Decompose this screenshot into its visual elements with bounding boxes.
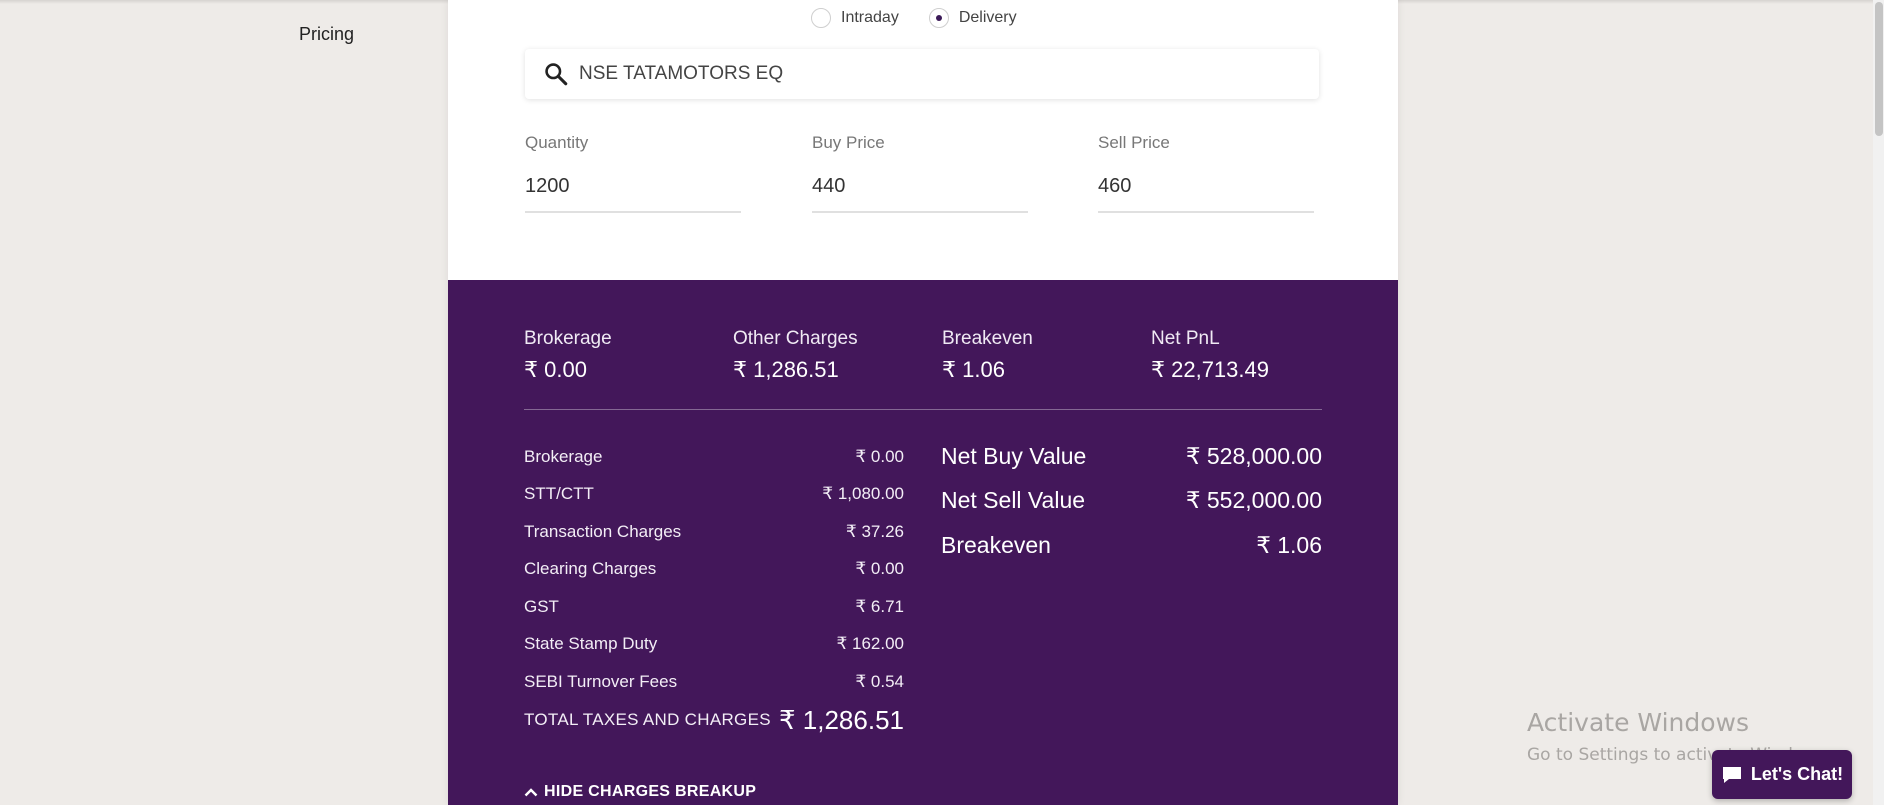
breakup-row-sebi-fees: SEBI Turnover Fees ₹ 0.54 — [524, 663, 904, 701]
lets-chat-label: Let's Chat! — [1750, 764, 1844, 784]
summary-label: Brokerage — [524, 328, 612, 349]
quantity-field: Quantity — [525, 133, 741, 213]
summary-net-pnl: Net PnL ₹ 22,713.49 — [1151, 328, 1322, 383]
radio-label-intraday: Intraday — [841, 9, 899, 26]
breakup-label: STT/CTT — [524, 484, 594, 504]
results-panel: Brokerage ₹ 0.00 Other Charges ₹ 1,286.5… — [448, 280, 1398, 805]
summary-label: Breakeven — [942, 328, 1033, 349]
breakup-row-transaction-charges: Transaction Charges ₹ 37.26 — [524, 513, 904, 551]
breakup-value: ₹ 0.00 — [855, 446, 904, 466]
quantity-input[interactable] — [525, 175, 741, 213]
hide-charges-breakup-label: HIDE CHARGES BREAKUP — [544, 783, 757, 800]
summary-label: Other Charges — [733, 328, 858, 349]
breakup-row-gst: GST ₹ 6.71 — [524, 588, 904, 626]
breakup-label: GST — [524, 596, 559, 616]
net-row-breakeven: Breakeven ₹ 1.06 — [941, 523, 1322, 568]
summary-value: ₹ 22,713.49 — [1151, 357, 1269, 382]
buy-price-field: Buy Price — [812, 133, 1028, 213]
radio-option-intraday[interactable]: Intraday — [811, 8, 899, 28]
breakup-value: ₹ 162.00 — [836, 634, 904, 654]
breakup-label: SEBI Turnover Fees — [524, 671, 678, 691]
net-label: Breakeven — [941, 531, 1051, 558]
page-scrollbar[interactable] — [1873, 0, 1884, 805]
sell-price-input[interactable] — [1098, 175, 1314, 213]
breakup-label: Clearing Charges — [524, 559, 657, 579]
charges-breakup-list: Brokerage ₹ 0.00 STT/CTT ₹ 1,080.00 Tran… — [524, 438, 904, 736]
breakup-row-stt: STT/CTT ₹ 1,080.00 — [524, 476, 904, 514]
divider — [524, 409, 1322, 410]
lets-chat-button[interactable]: Let's Chat! — [1712, 750, 1852, 799]
breakup-value: ₹ 0.54 — [855, 671, 904, 691]
breakup-row-stamp-duty: State Stamp Duty ₹ 162.00 — [524, 626, 904, 664]
summary-value: ₹ 0.00 — [524, 357, 587, 382]
breakup-row-clearing-charges: Clearing Charges ₹ 0.00 — [524, 551, 904, 589]
buy-price-label: Buy Price — [812, 133, 885, 152]
breakup-value: ₹ 0.00 — [855, 559, 904, 579]
total-charges-value: ₹ 1,286.51 — [779, 704, 904, 735]
breakup-value: ₹ 6.71 — [855, 596, 904, 616]
scrollbar-thumb[interactable] — [1875, 2, 1883, 136]
net-row-buy-value: Net Buy Value ₹ 528,000.00 — [941, 434, 1322, 479]
summary-other-charges: Other Charges ₹ 1,286.51 — [733, 328, 942, 383]
sell-price-label: Sell Price — [1098, 133, 1170, 152]
chat-bubble-icon — [1722, 766, 1741, 783]
sell-price-field: Sell Price — [1098, 133, 1314, 213]
instrument-search-input[interactable] — [579, 63, 1279, 85]
calculator-inputs-section: Intraday Delivery Quantity Buy Price Sel… — [448, 0, 1398, 280]
net-value: ₹ 528,000.00 — [1185, 442, 1322, 469]
summary-value: ₹ 1.06 — [942, 357, 1005, 382]
total-charges-label: TOTAL TAXES AND CHARGES — [524, 710, 771, 729]
net-value: ₹ 1.06 — [1256, 531, 1322, 558]
breakup-value: ₹ 37.26 — [845, 521, 904, 541]
net-values-list: Net Buy Value ₹ 528,000.00 Net Sell Valu… — [941, 434, 1322, 568]
search-icon — [545, 63, 568, 86]
breakup-row-brokerage: Brokerage ₹ 0.00 — [524, 438, 904, 476]
summary-row: Brokerage ₹ 0.00 Other Charges ₹ 1,286.5… — [524, 328, 1322, 383]
instrument-search-box[interactable] — [525, 49, 1319, 99]
buy-price-input[interactable] — [812, 175, 1028, 213]
breakup-label: Transaction Charges — [524, 521, 682, 541]
net-value: ₹ 552,000.00 — [1185, 487, 1322, 514]
net-label: Net Buy Value — [941, 442, 1087, 469]
trade-type-radio-group: Intraday Delivery — [811, 8, 1047, 28]
hide-charges-breakup-button[interactable]: HIDE CHARGES BREAKUP — [524, 783, 756, 801]
radio-intraday[interactable] — [811, 8, 831, 28]
chevron-up-icon — [524, 788, 538, 797]
net-label: Net Sell Value — [941, 487, 1086, 514]
summary-value: ₹ 1,286.51 — [733, 357, 839, 382]
radio-option-delivery[interactable]: Delivery — [928, 8, 1017, 28]
watermark-title: Activate Windows — [1527, 708, 1749, 737]
breakup-label: State Stamp Duty — [524, 634, 658, 654]
radio-delivery[interactable] — [928, 8, 949, 28]
summary-brokerage: Brokerage ₹ 0.00 — [524, 328, 733, 383]
sidebar-link-pricing[interactable]: Pricing — [299, 24, 354, 45]
breakup-label: Brokerage — [524, 446, 603, 466]
summary-breakeven: Breakeven ₹ 1.06 — [942, 328, 1151, 383]
total-charges-row: TOTAL TAXES AND CHARGES ₹ 1,286.51 — [524, 705, 904, 736]
net-row-sell-value: Net Sell Value ₹ 552,000.00 — [941, 479, 1322, 524]
quantity-label: Quantity — [525, 133, 589, 152]
summary-label: Net PnL — [1151, 328, 1220, 349]
calculator-card: Intraday Delivery Quantity Buy Price Sel… — [448, 0, 1398, 805]
radio-label-delivery: Delivery — [958, 9, 1017, 26]
breakup-value: ₹ 1,080.00 — [822, 484, 904, 504]
